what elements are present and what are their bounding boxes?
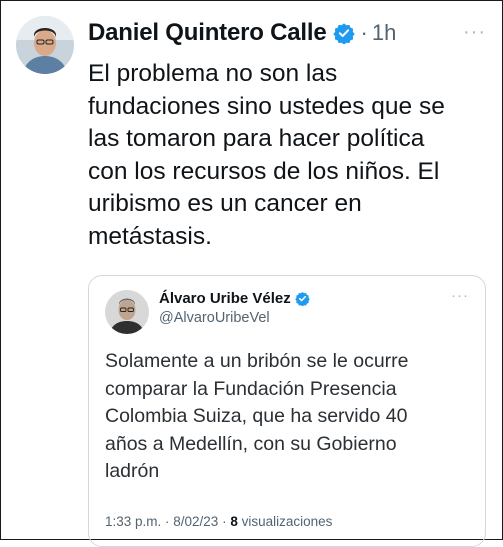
quoted-tweet[interactable]: Álvaro Uribe Vélez @AlvaroUribeVel ··· S…: [88, 275, 486, 547]
quoted-author-avatar[interactable]: [105, 290, 149, 334]
quoted-tweet-text: Solamente a un bribón se le ocurre compa…: [105, 350, 409, 483]
quoted-more-options-icon[interactable]: ···: [451, 288, 469, 303]
quoted-author-handle[interactable]: @AlvaroUribeVel: [159, 310, 270, 326]
views-count: 8: [230, 514, 238, 529]
verified-badge-icon: [332, 22, 355, 45]
author-avatar[interactable]: [16, 16, 74, 74]
header-separator: ·: [360, 20, 368, 45]
views-label: visualizaciones: [237, 514, 333, 529]
tweet-text: El problema no son las fundaciones sino …: [88, 60, 445, 250]
more-options-icon[interactable]: ···: [463, 22, 486, 42]
quoted-author-name[interactable]: Álvaro Uribe Vélez: [159, 290, 291, 307]
tweet-time[interactable]: 1h: [372, 20, 396, 46]
tweet-header: Daniel Quintero Calle · 1h: [88, 18, 396, 48]
quoted-tweet-meta: 1:33 p.m. · 8/02/23 · 8 visualizaciones: [105, 514, 332, 529]
quoted-timestamp[interactable]: 1:33 p.m. · 8/02/23 ·: [105, 514, 230, 529]
author-name[interactable]: Daniel Quintero Calle: [88, 19, 327, 47]
quoted-header: Álvaro Uribe Vélez: [159, 290, 310, 307]
quoted-verified-badge-icon: [294, 291, 310, 307]
